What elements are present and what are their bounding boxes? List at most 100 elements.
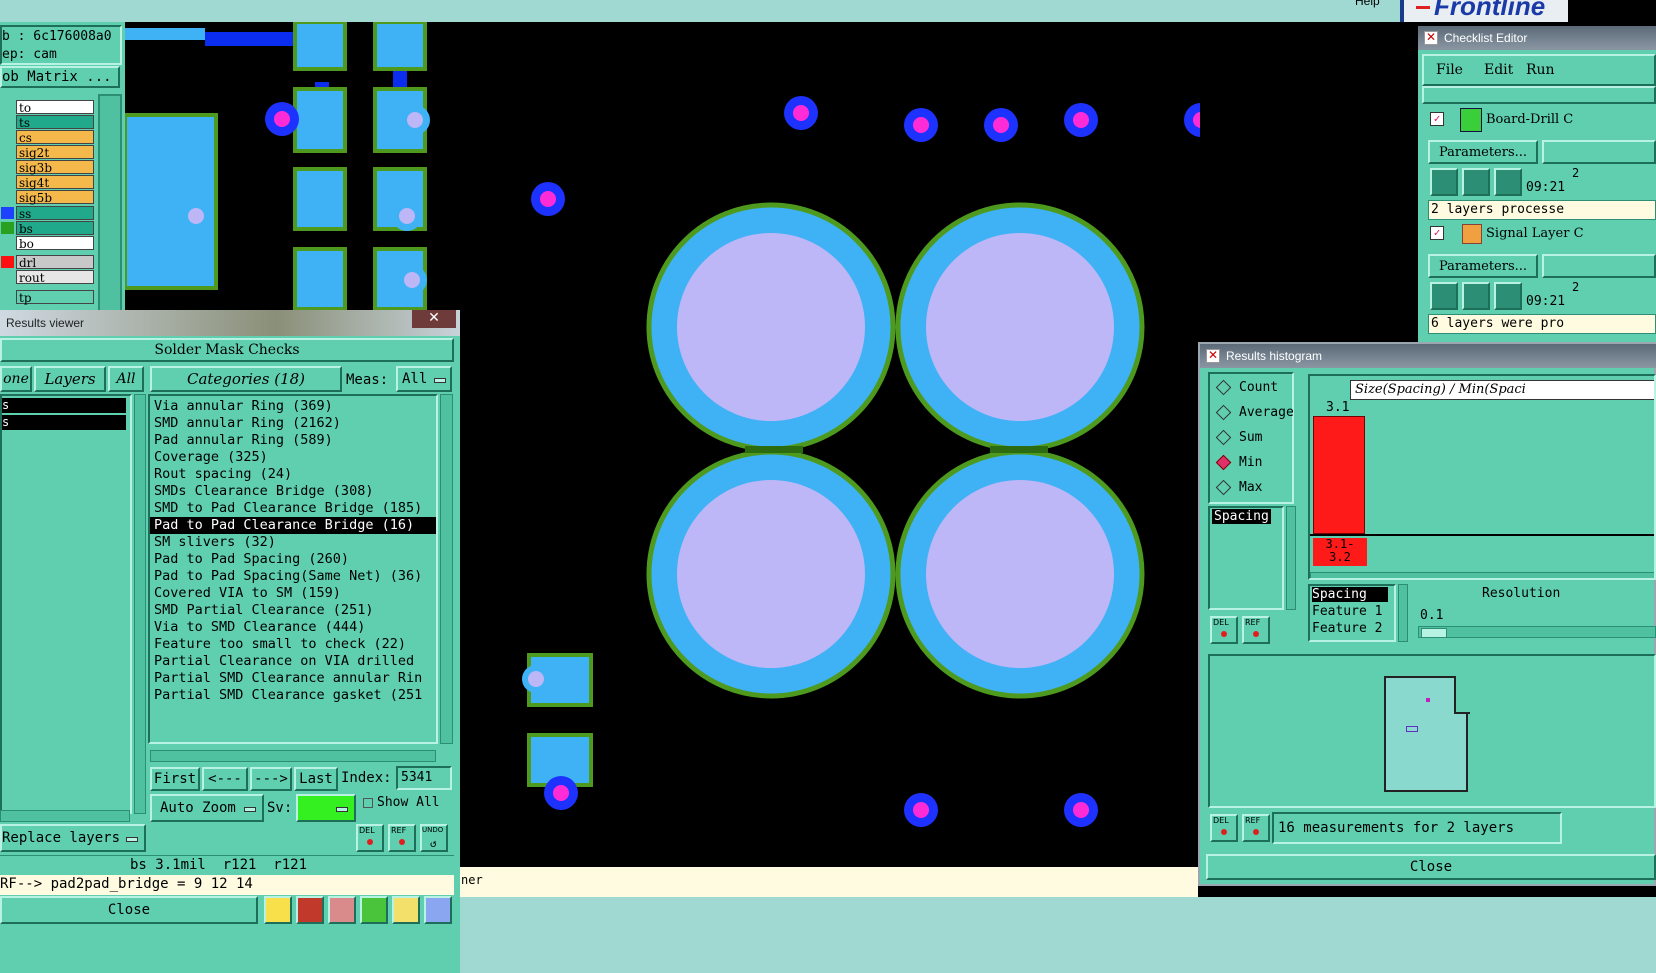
layer-scrollbar[interactable] (98, 94, 122, 312)
sv-color-select[interactable] (296, 794, 356, 822)
histogram-close-button[interactable]: Close (1206, 854, 1656, 880)
layer-row-ts[interactable]: ts (0, 115, 96, 130)
category-item[interactable]: Via to SMD Clearance (444) (150, 619, 436, 636)
layers-button[interactable]: Layers (34, 366, 106, 392)
last-button[interactable]: Last (294, 767, 338, 791)
field-item[interactable]: Feature 1 (1312, 604, 1382, 619)
run-icon[interactable] (1462, 282, 1490, 310)
mode-count[interactable]: Count (1215, 376, 1278, 398)
layer-row-ss[interactable]: ss (0, 206, 96, 221)
parameters-extra-button[interactable] (1542, 254, 1656, 278)
layer-row-rout[interactable]: rout (0, 270, 96, 285)
layer-row-drl[interactable]: drl (0, 255, 96, 270)
del-button[interactable]: DEL (356, 824, 384, 852)
category-item[interactable]: Partial SMD Clearance annular Rin (150, 670, 436, 687)
layer-row-sig2t[interactable]: sig2t (0, 145, 96, 160)
layer-list-hscroll[interactable] (0, 810, 130, 822)
category-item[interactable]: SMDs Clearance Bridge (308) (150, 483, 436, 500)
close-window-button[interactable]: ✕ (412, 310, 456, 328)
categories-button[interactable]: Categories (18) (150, 366, 342, 392)
layer-row-sig4t[interactable]: sig4t (0, 175, 96, 190)
show-all-checkbox[interactable] (363, 798, 373, 808)
measure-list-item[interactable]: Spacing (1212, 509, 1271, 524)
menu-item-help[interactable]: Help (1355, 0, 1380, 8)
category-list-hscroll[interactable] (150, 750, 436, 762)
checklist-titlebar[interactable]: ✕ Checklist Editor (1418, 26, 1656, 50)
category-item[interactable]: SMD annular Ring (2162) (150, 415, 436, 432)
parameters-button[interactable]: Parameters... (1428, 254, 1538, 278)
close-icon[interactable]: ✕ (1424, 31, 1438, 45)
percent-tool-icon[interactable] (360, 896, 388, 924)
run-icon[interactable] (1494, 282, 1522, 310)
ref-button[interactable]: REF (388, 824, 416, 852)
auto-zoom-menu[interactable]: Auto Zoom (150, 794, 264, 822)
category-item[interactable]: Coverage (325) (150, 449, 436, 466)
notes-tool-icon[interactable] (392, 896, 420, 924)
menu-edit[interactable]: Edit (1484, 62, 1513, 78)
results-viewer-titlebar[interactable]: Results viewer (0, 310, 460, 336)
field-item[interactable]: Spacing (1312, 587, 1388, 602)
category-item[interactable]: Rout spacing (24) (150, 466, 436, 483)
parameters-extra-button[interactable] (1542, 140, 1656, 164)
undo-button[interactable]: UNDO ↺ (420, 824, 448, 852)
histogram-chart[interactable]: Size(Spacing) / Min(Spaci 3.1 3.1- 3.2 (1308, 374, 1656, 580)
checkmark-icon[interactable]: ✓ (1430, 112, 1444, 126)
first-button[interactable]: First (150, 767, 200, 791)
hist-ref-button-2[interactable]: REF (1242, 814, 1270, 842)
prev-button[interactable]: <--- (202, 767, 248, 791)
all-layers-button[interactable]: All (108, 366, 144, 392)
mode-max[interactable]: Max (1215, 476, 1262, 498)
next-button[interactable]: ---> (250, 767, 292, 791)
layer-row-cs[interactable]: cs (0, 130, 96, 145)
layer-result-item[interactable]: s (2, 415, 126, 430)
hist-del-button-2[interactable]: DEL (1210, 814, 1238, 842)
parameters-button[interactable]: Parameters... (1428, 140, 1538, 164)
layer-row-sig3b[interactable]: sig3b (0, 160, 96, 175)
menu-run[interactable]: Run (1526, 62, 1555, 78)
category-item[interactable]: SMD Partial Clearance (251) (150, 602, 436, 619)
category-item[interactable]: Pad to Pad Clearance Bridge (16) (150, 517, 436, 534)
layer-row-sig5b[interactable]: sig5b (0, 190, 96, 205)
replace-layers-menu[interactable]: Replace layers (0, 824, 146, 852)
layer-list-scrollbar[interactable] (134, 394, 146, 814)
measure-list-scrollbar[interactable] (1286, 506, 1296, 610)
field-item[interactable]: Feature 2 (1312, 621, 1382, 636)
category-item[interactable]: Feature too small to check (22) (150, 636, 436, 653)
hist-del-button[interactable]: DEL (1210, 616, 1238, 644)
chart-hscroll[interactable] (1310, 572, 1654, 578)
monitor-tool-icon[interactable] (296, 896, 324, 924)
mode-min[interactable]: Min (1215, 451, 1262, 473)
done-button[interactable]: one (0, 366, 32, 392)
category-item[interactable]: SMD to Pad Clearance Bridge (185) (150, 500, 436, 517)
run-icon[interactable] (1430, 168, 1458, 196)
resolution-slider[interactable] (1418, 626, 1656, 638)
slider-thumb[interactable] (1421, 628, 1447, 638)
layer-row-bo[interactable]: bo (0, 236, 96, 251)
results-close-button[interactable]: Close (0, 896, 258, 924)
layer-row-tp[interactable]: tp (0, 290, 96, 305)
category-item[interactable]: Partial SMD Clearance gasket (251 (150, 687, 436, 704)
menu-file[interactable]: File (1436, 62, 1463, 78)
index-field[interactable]: 5341 (396, 766, 452, 790)
cross-tool-icon[interactable] (328, 896, 356, 924)
category-item[interactable]: Covered VIA to SM (159) (150, 585, 436, 602)
category-item[interactable]: Via annular Ring (369) (150, 398, 436, 415)
checkmark-icon[interactable]: ✓ (1430, 226, 1444, 240)
chart-tool-icon[interactable] (424, 896, 452, 924)
category-list-scrollbar[interactable] (440, 394, 453, 744)
histogram-titlebar[interactable]: ✕ Results histogram (1200, 344, 1656, 368)
category-item[interactable]: SM slivers (32) (150, 534, 436, 551)
layer-result-item[interactable]: s (2, 398, 126, 413)
field-list-scrollbar[interactable] (1398, 584, 1408, 642)
run-icon[interactable] (1430, 282, 1458, 310)
category-item[interactable]: Partial Clearance on VIA drilled (150, 653, 436, 670)
close-icon[interactable]: ✕ (1206, 349, 1220, 363)
histogram-bar[interactable] (1313, 416, 1365, 534)
run-icon[interactable] (1462, 168, 1490, 196)
category-item[interactable]: Pad to Pad Spacing (260) (150, 551, 436, 568)
layer-row-to[interactable]: to (0, 100, 96, 115)
category-item[interactable]: Pad to Pad Spacing(Same Net) (36) (150, 568, 436, 585)
category-item[interactable]: Pad annular Ring (589) (150, 432, 436, 449)
graph-tool-icon[interactable] (264, 896, 292, 924)
run-icon[interactable] (1494, 168, 1522, 196)
